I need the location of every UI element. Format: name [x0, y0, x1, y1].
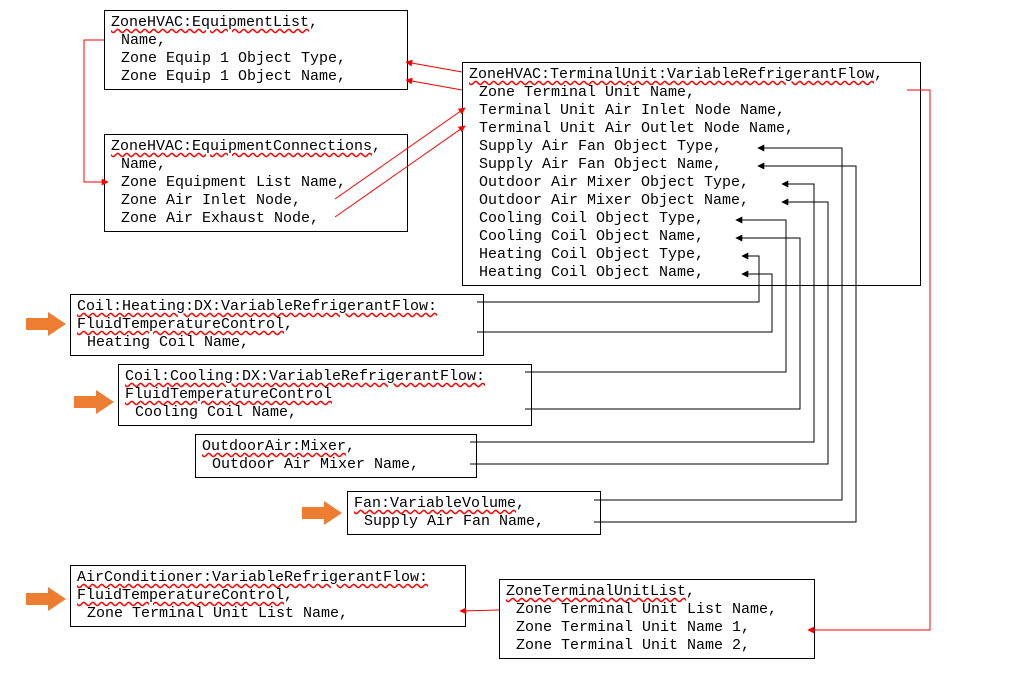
title-zonehvac-terminal-unit-vrf: ZoneHVAC:TerminalUnit:VariableRefrigeran… — [469, 66, 874, 83]
field: Zone Equip 1 Object Type, — [111, 50, 401, 68]
box-zonehvac-equipment-connections: ZoneHVAC:EquipmentConnections, Name, Zon… — [104, 134, 408, 232]
field: Supply Air Fan Object Name, — [469, 156, 914, 174]
field: Zone Terminal Unit Name, — [469, 84, 914, 102]
field: Terminal Unit Air Outlet Node Name, — [469, 120, 914, 138]
field: Zone Equipment List Name, — [111, 174, 401, 192]
field: Outdoor Air Mixer Object Name, — [469, 192, 914, 210]
field: Cooling Coil Object Type, — [469, 210, 914, 228]
field: Supply Air Fan Object Type, — [469, 138, 914, 156]
box-fan-variable-volume: Fan:VariableVolume, Supply Air Fan Name, — [347, 491, 601, 535]
title-ac-vrf-1: AirConditioner:VariableRefrigerantFlow: — [77, 569, 428, 586]
title-ac-vrf-2: FluidTemperatureControl — [77, 587, 284, 604]
field: Outdoor Air Mixer Object Type, — [469, 174, 914, 192]
field: Zone Terminal Unit List Name, — [77, 605, 459, 623]
title-coil-heating-2: FluidTemperatureControl — [77, 316, 284, 333]
diagram-stage: ZoneHVAC:EquipmentList, Name, Zone Equip… — [0, 0, 1025, 697]
field: Zone Terminal Unit Name 2, — [506, 637, 808, 655]
field: Heating Coil Object Name, — [469, 264, 914, 282]
box-zone-terminal-unit-list: ZoneTerminalUnitList, Zone Terminal Unit… — [499, 579, 815, 659]
field: Heating Coil Object Type, — [469, 246, 914, 264]
orange-arrow-icon — [26, 587, 66, 611]
orange-arrow-icon — [26, 312, 66, 336]
field: Supply Air Fan Name, — [354, 513, 594, 531]
orange-arrow-icon — [74, 390, 114, 414]
title-zonehvac-equipment-list: ZoneHVAC:EquipmentList — [111, 14, 309, 31]
field: Name, — [111, 156, 401, 174]
title-zonehvac-equipment-connections: ZoneHVAC:EquipmentConnections — [111, 138, 372, 155]
field: Zone Air Inlet Node, — [111, 192, 401, 210]
field: Cooling Coil Name, — [125, 404, 525, 422]
title-outdoorair-mixer: OutdoorAir:Mixer — [202, 438, 346, 455]
field: Zone Terminal Unit List Name, — [506, 601, 808, 619]
box-coil-heating-dx-vrf-ftc: Coil:Heating:DX:VariableRefrigerantFlow:… — [70, 294, 484, 356]
field: Terminal Unit Air Inlet Node Name, — [469, 102, 914, 120]
field: Cooling Coil Object Name, — [469, 228, 914, 246]
title-fan-variable-volume: Fan:VariableVolume — [354, 495, 516, 512]
title-coil-cooling-1: Coil:Cooling:DX:VariableRefrigerantFlow: — [125, 368, 485, 385]
field: Zone Air Exhaust Node, — [111, 210, 401, 228]
field: Outdoor Air Mixer Name, — [202, 456, 470, 474]
title-zone-terminal-unit-list: ZoneTerminalUnitList — [506, 583, 686, 600]
field: Zone Equip 1 Object Name, — [111, 68, 401, 86]
box-airconditioner-vrf-ftc: AirConditioner:VariableRefrigerantFlow: … — [70, 565, 466, 627]
field: Name, — [111, 32, 401, 50]
box-zonehvac-equipment-list: ZoneHVAC:EquipmentList, Name, Zone Equip… — [104, 10, 408, 90]
box-zonehvac-terminal-unit-vrf: ZoneHVAC:TerminalUnit:VariableRefrigeran… — [462, 62, 921, 286]
field: Zone Terminal Unit Name 1, — [506, 619, 808, 637]
field: Heating Coil Name, — [77, 334, 477, 352]
box-outdoorair-mixer: OutdoorAir:Mixer, Outdoor Air Mixer Name… — [195, 434, 477, 478]
title-coil-heating-1: Coil:Heating:DX:VariableRefrigerantFlow: — [77, 298, 437, 315]
title-coil-cooling-2: FluidTemperatureControl — [125, 386, 332, 403]
box-coil-cooling-dx-vrf-ftc: Coil:Cooling:DX:VariableRefrigerantFlow:… — [118, 364, 532, 426]
orange-arrow-icon — [302, 501, 342, 525]
